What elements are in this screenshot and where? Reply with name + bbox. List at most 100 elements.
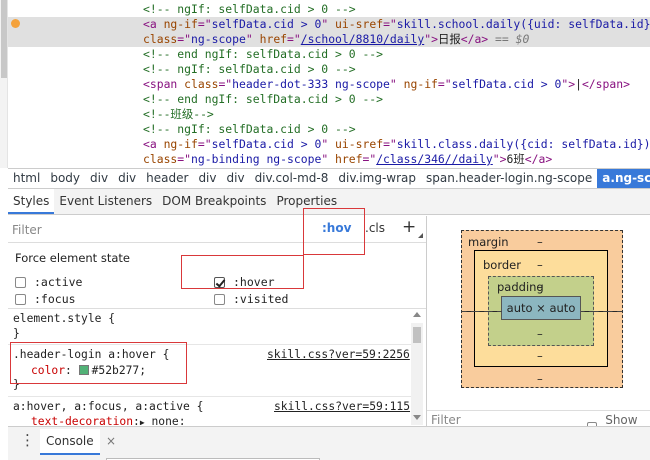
dom-node-line[interactable]: class="ng-scope" href="/school/8810/dail… (8, 32, 650, 47)
computed-filter-input[interactable]: Filter (431, 413, 461, 427)
rules-scrollbar[interactable] (411, 323, 423, 425)
dom-token: <a (143, 137, 164, 151)
state-hover-checkbox[interactable] (214, 276, 225, 288)
padding-bottom-value[interactable]: – (537, 327, 543, 341)
rule-color-declaration[interactable]: color: #52b277; (31, 363, 146, 378)
breadcrumb-item[interactable]: span.header-login.ng-scope (421, 169, 597, 188)
rule-a-hover-selector[interactable]: a:hover, a:focus, a:active { (13, 399, 203, 414)
tab-console[interactable]: Console (40, 429, 100, 455)
dom-node-line[interactable]: <!-- end ngIf: selfData.cid > 0 --> (143, 47, 383, 62)
dom-token: ng-if (163, 137, 198, 151)
dom-node-line[interactable]: <!-- ngIf: selfData.cid > 0 --> (143, 122, 356, 137)
dom-token: =" (437, 77, 452, 91)
dom-token: ng-scope (191, 32, 246, 46)
breadcrumb-item[interactable]: div (222, 169, 250, 188)
breadcrumb-item[interactable]: a.ng-scope (597, 169, 650, 188)
scroll-down-arrow-icon[interactable] (413, 415, 421, 420)
cls-toggle-button[interactable]: .cls (365, 221, 385, 235)
rule-a-hover-source-link[interactable]: skill.css?ver=59:115 (274, 399, 410, 414)
new-style-rule-button[interactable]: + (402, 217, 416, 237)
breadcrumb-item[interactable]: div (113, 169, 141, 188)
tab-event-listeners[interactable]: Event Listeners (54, 189, 157, 214)
margin-bottom-value[interactable]: – (537, 372, 543, 386)
tab-styles[interactable]: Styles (8, 189, 55, 214)
dom-token[interactable]: /school/8810/daily (301, 32, 424, 46)
state-focus-checkbox[interactable] (15, 293, 26, 305)
dom-token: =" (177, 32, 192, 46)
drawer-bar: ⋮ Console × (8, 426, 650, 460)
dom-token[interactable]: /class/346//daily (376, 152, 493, 166)
breadcrumb-item[interactable]: div (85, 169, 113, 188)
state-visited-option[interactable]: :visited (214, 292, 288, 306)
scroll-up-arrow-icon[interactable] (413, 312, 421, 317)
breadcrumb-item[interactable]: body (45, 169, 85, 188)
rule-text-decoration-declaration[interactable]: text-decoration:▶ none; (31, 414, 186, 425)
margin-left-value[interactable]: – (466, 304, 472, 318)
styles-filter-bar: :hov .cls + (8, 216, 426, 243)
tree-scrollbar-thumb[interactable] (1, 0, 7, 78)
kebab-menu-icon[interactable]: ⋮ (20, 433, 35, 448)
state-visited-label: :visited (233, 292, 289, 306)
dom-token: href (335, 152, 363, 166)
dom-token: <!--班级--> (143, 107, 214, 121)
state-visited-checkbox[interactable] (214, 293, 225, 305)
dom-token: <a (143, 17, 164, 31)
state-hover-option[interactable]: :hover (214, 275, 275, 289)
breadcrumb-item[interactable]: header (141, 169, 193, 188)
rule-element-style-selector[interactable]: element.style { (13, 311, 115, 326)
padding-left-value[interactable]: – (492, 304, 498, 318)
border-left-value[interactable]: – (479, 304, 485, 318)
dom-token: =" (287, 32, 301, 46)
rule-color-value: #52b277 (91, 364, 140, 377)
dom-token: ng-if (163, 17, 198, 31)
dom-token: <!-- ngIf: selfData.cid > 0 --> (143, 62, 356, 76)
border-right-value[interactable]: – (598, 304, 604, 318)
state-active-checkbox[interactable] (15, 276, 26, 288)
state-active-label: :active (34, 275, 83, 289)
dom-node-line[interactable]: <!-- end ngIf: selfData.cid > 0 --> (143, 92, 383, 107)
rule-header-login-hover-selector[interactable]: .header-login a:hover { (13, 347, 169, 362)
margin-top-value[interactable]: – (537, 235, 543, 249)
dom-node-line[interactable]: <!-- ngIf: selfData.cid > 0 --> (143, 62, 356, 77)
dom-token: " (321, 137, 336, 151)
state-focus-option[interactable]: :focus (15, 292, 76, 306)
tab-dom-breakpoints[interactable]: DOM Breakpoints (157, 189, 271, 214)
close-drawer-icon[interactable]: × (106, 434, 116, 448)
breadcrumb-item[interactable]: div (193, 169, 221, 188)
dom-token: =" (383, 137, 397, 151)
dom-token: <!-- end ngIf: selfData.cid > 0 --> (143, 92, 384, 106)
padding-right-value[interactable]: – (584, 304, 590, 318)
padding-top-value[interactable]: – (537, 280, 543, 294)
dom-token: <!-- end ngIf: selfData.cid > 0 --> (143, 47, 384, 61)
dom-token: <!-- ngIf: selfData.cid > 0 --> (143, 122, 356, 136)
dom-token: =" (218, 77, 233, 91)
color-swatch-icon[interactable] (78, 365, 89, 375)
dom-node-line[interactable]: <!--班级--> (143, 107, 214, 122)
breadcrumb-item[interactable]: div.col-md-8 (250, 169, 334, 188)
border-top-value[interactable]: – (537, 258, 543, 272)
force-state-title: Force element state (15, 251, 130, 265)
hov-toggle-button[interactable]: :hov (322, 221, 351, 235)
dom-token: 日报 (437, 32, 461, 46)
margin-right-value[interactable]: – (612, 304, 618, 318)
border-bottom-value[interactable]: – (537, 349, 543, 363)
breadcrumb-item[interactable]: html (8, 169, 45, 188)
box-model-content[interactable]: auto × auto (501, 296, 581, 320)
dom-node-line[interactable]: class="ng-binding ng-scope" href="/class… (143, 152, 552, 167)
state-active-option[interactable]: :active (15, 275, 82, 289)
styles-filter-input[interactable] (12, 221, 292, 238)
rules-scrollbar-thumb[interactable] (413, 327, 421, 343)
tab-properties[interactable]: Properties (271, 189, 342, 214)
expand-triangle-icon[interactable]: ▶ (140, 418, 145, 425)
more-options-corner-icon[interactable] (418, 233, 423, 238)
dom-token: skill.class.daily({cid: selfData.id}) (396, 137, 650, 151)
dom-node-line[interactable]: <span class="header-dot-333 ng-scope" ng… (143, 77, 630, 92)
rule-header-login-source-link[interactable]: skill.css?ver=59:2256 (267, 347, 410, 362)
dom-node-line[interactable]: <a ng-if="selfData.cid > 0" ui-sref="ski… (8, 17, 650, 32)
dom-node-line[interactable]: <!-- ngIf: selfData.cid > 0 --> (143, 2, 356, 17)
computed-filter-bar: Filter Show all (427, 410, 650, 441)
dom-node-line[interactable]: <a ng-if="selfData.cid > 0" ui-sref="ski… (143, 137, 650, 152)
breadcrumb-item[interactable]: div.img-wrap (333, 169, 421, 188)
dom-token: ng-if (403, 77, 438, 91)
dom-token: " (321, 17, 336, 31)
